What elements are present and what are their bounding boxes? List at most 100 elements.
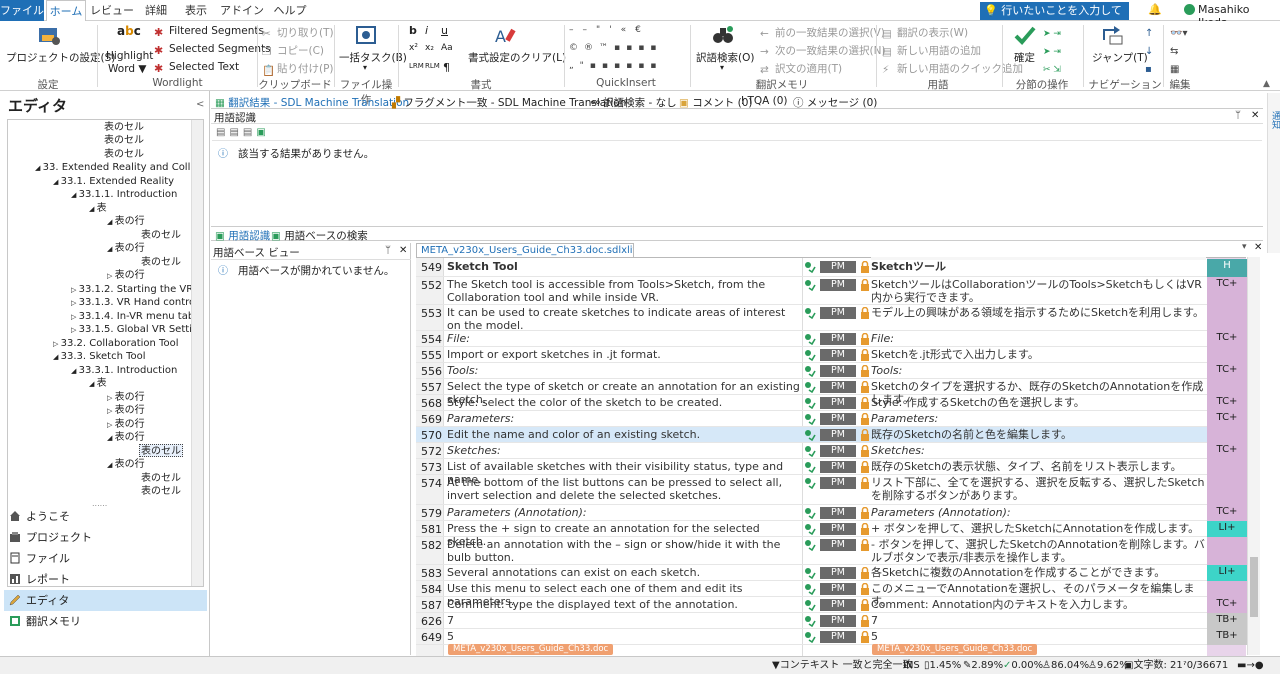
target-text[interactable]: File: [871,332,1206,345]
smallcaps-icon[interactable]: Aa [441,43,453,53]
show-translation-button[interactable]: ▤ 翻訳の表示(W) [882,25,968,40]
table-row[interactable]: 554 File: PM File: TC+ [416,331,1247,347]
table-row[interactable]: 557 Select the type of sketch or create a… [416,379,1247,406]
table-row[interactable]: 581 Press the + sign to create an annotat… [416,521,1247,548]
apply-translation-button[interactable]: ⇄ 訳文の適用(T) [760,61,842,76]
tree-node-selected[interactable]: 表のセル [139,444,183,457]
add-term-button[interactable]: ▤ 新しい用語の追加 [882,43,981,58]
target-text[interactable]: + ボタンを押して、選択したSketchにAnnotationを作成します。 [871,522,1206,535]
segment-ops-icons[interactable]: ➤ ⇥ ➤ ⇥ ✂ ⇲ [1043,25,1061,79]
target-text[interactable]: Style: 作成するSketchの色を選択します。 [871,396,1206,409]
target-text[interactable]: Parameters: [871,412,1206,425]
table-row[interactable]: 552 The Sketch tool is accessible from To… [416,277,1247,305]
table-row[interactable]: 574 At the bottom of the list buttons can… [416,475,1247,505]
tab-help[interactable]: ヘルプ [270,0,310,21]
chevron-left-icon[interactable]: < [196,99,204,110]
nav-projects[interactable]: プロジェクト [4,527,207,548]
tree-node[interactable]: ▷ 33.1.3. VR Hand contro [71,296,195,309]
target-text[interactable]: Parameters (Annotation): [871,506,1206,519]
tab-term-recognition[interactable]: ▣ 用語認識 [215,228,270,243]
tree-node[interactable]: 表のセル [104,134,144,147]
table-row[interactable]: 568 Style: select the color of the sketch… [416,395,1247,411]
document-tab[interactable]: META_v230x_Users_Guide_Ch33.doc.sdlxliff… [416,243,634,257]
tree-node[interactable]: ◢ 33.3. Sketch Tool [53,350,146,363]
table-row[interactable]: 579 Parameters (Annotation): PM Parameters … [416,505,1247,521]
tree-node[interactable]: ▷ 表の行 [107,404,145,417]
target-text[interactable]: モデル上の興味がある領域を指示するためにSketchを利用します。 [871,306,1206,319]
tell-me-input[interactable]: 💡 行いたいことを入力してください... [980,2,1129,35]
tree-node[interactable]: ▷ 33.2. Collaboration Tool [53,337,178,350]
target-text[interactable]: SketchツールはCollaborationツールのTools>Sketchも… [871,278,1206,304]
table-row[interactable]: 649 5 PM 5 TB+ [416,629,1247,645]
superscript-icon[interactable]: x² [409,43,418,53]
confirm-button[interactable]: 確定 [1014,50,1035,65]
table-row[interactable]: 573 List of available sketches with their… [416,459,1247,486]
table-row[interactable]: 583 Several annotations can exist on each… [416,565,1247,581]
paste-button[interactable]: 📋 貼り付け(P) [262,61,334,77]
bell-icon[interactable]: 🔔 [1148,3,1162,16]
target-text[interactable]: 5 [871,630,1206,643]
nav-tm[interactable]: 翻訳メモリ [4,611,207,632]
tree-node[interactable]: 表のセル [104,121,144,134]
underline-icon[interactable]: u [441,24,448,37]
pin-icon[interactable]: ᛘ [1235,110,1241,121]
editor-scrollbar[interactable] [1247,257,1260,655]
tab-review[interactable]: レビュー [88,0,136,21]
find-replace-icons[interactable]: 👓▾ ⇆ ▦ [1170,25,1187,79]
tree-node[interactable]: ▷ 表の行 [107,269,145,282]
tab-term-search[interactable]: ⚯ 訳語検索 - なし [591,95,677,110]
prev-match-button[interactable]: ← 前の一致結果の選択(V) [760,25,885,40]
tree-node[interactable]: 表のセル [104,148,144,161]
target-text[interactable]: 各Sketchに複数のAnnotationを作成することができます。 [871,566,1206,579]
tree-node[interactable]: ◢ 表の行 [107,431,145,444]
tree-node[interactable]: 表のセル [141,229,181,242]
target-text[interactable]: 7 [871,614,1206,627]
collapse-ribbon-icon[interactable]: ▲ [1263,79,1270,89]
tree-node[interactable]: 表のセル [141,472,181,485]
nav-welcome[interactable]: ようこそ [4,506,207,527]
cut-button[interactable]: ✂ 切り取り(T) [262,25,334,40]
target-text[interactable]: Sketches: [871,444,1206,457]
term-search-button[interactable]: 訳語検索(O) [696,50,754,65]
tree-node[interactable]: 表のセル [141,485,181,498]
table-row[interactable]: 570 Edit the name and color of an existin… [416,427,1247,443]
target-text[interactable]: Sketchツール [871,260,1206,273]
target-text[interactable]: リスト下部に、全てを選択する、選択を反転する、選択したSketchを削除するボタ… [871,476,1206,502]
close-icon[interactable]: ✕ [1254,242,1262,253]
tree-node[interactable]: ◢ 表 [89,202,107,215]
table-row[interactable]: 587 Comment: type the displayed text of t… [416,597,1247,613]
bold-icon[interactable]: b [409,24,417,37]
target-text[interactable]: Sketchを.jt形式で入出力します。 [871,348,1206,361]
table-row[interactable]: 556 Tools: PM Tools: TC+ [416,363,1247,379]
table-row[interactable]: 553 It can be used to create sketches to … [416,305,1247,332]
table-row[interactable]: 569 Parameters: PM Parameters: TC+ [416,411,1247,427]
quickinsert-row-2[interactable]: ©®™▪▪▪▪ [569,43,662,53]
chevron-down-icon[interactable]: ▾ [1242,242,1247,252]
end-tag-target[interactable]: META_v230x_Users_Guide_Ch33.doc [872,644,1038,655]
nav-arrows[interactable]: ↑ ↓ ▪ [1145,25,1153,79]
tree-node[interactable]: ▷ 表の行 [107,391,145,404]
word-dropdown[interactable]: Word ▼ [108,63,146,75]
subscript-icon[interactable]: x₂ [425,43,434,53]
next-match-button[interactable]: → 次の一致結果の選択(N) [760,43,886,58]
tab-tqa[interactable]: ǃ TQA (0) [741,95,788,107]
table-row[interactable]: 572 Sketches: PM Sketches: TC+ [416,443,1247,459]
close-icon[interactable]: ✕ [399,245,407,256]
avatar[interactable] [1184,4,1195,15]
table-row[interactable]: 626 7 PM 7 TB+ [416,613,1247,629]
selected-segments-button[interactable]: ✱ Selected Segments [154,43,271,57]
tree-node[interactable]: ◢ 33.3.1. Introduction [71,364,177,377]
quickinsert-row-3[interactable]: „"▪▪▪▪▪▪ [569,61,662,71]
tab-advanced[interactable]: 詳細 [138,0,174,21]
table-row[interactable]: 555 Import or export sketches in .jt form… [416,347,1247,363]
target-text[interactable]: 既存のSketchの名前と色を編集します。 [871,428,1206,441]
tab-termbase-search[interactable]: ▣ 用語ベースの検索 [271,228,368,243]
rtl-icon[interactable]: RLM [425,62,440,70]
tab-file[interactable]: ファイル [0,0,44,21]
tab-home[interactable]: ホーム [46,0,86,22]
tab-view[interactable]: 表示 [178,0,214,21]
pin-icon[interactable]: ᛘ [385,245,391,256]
clear-format-button[interactable]: 書式設定のクリア(L) [468,50,566,65]
tab-messages[interactable]: ⓘ メッセージ (0) [793,95,877,110]
tree-node[interactable]: ◢ 表の行 [107,215,145,228]
